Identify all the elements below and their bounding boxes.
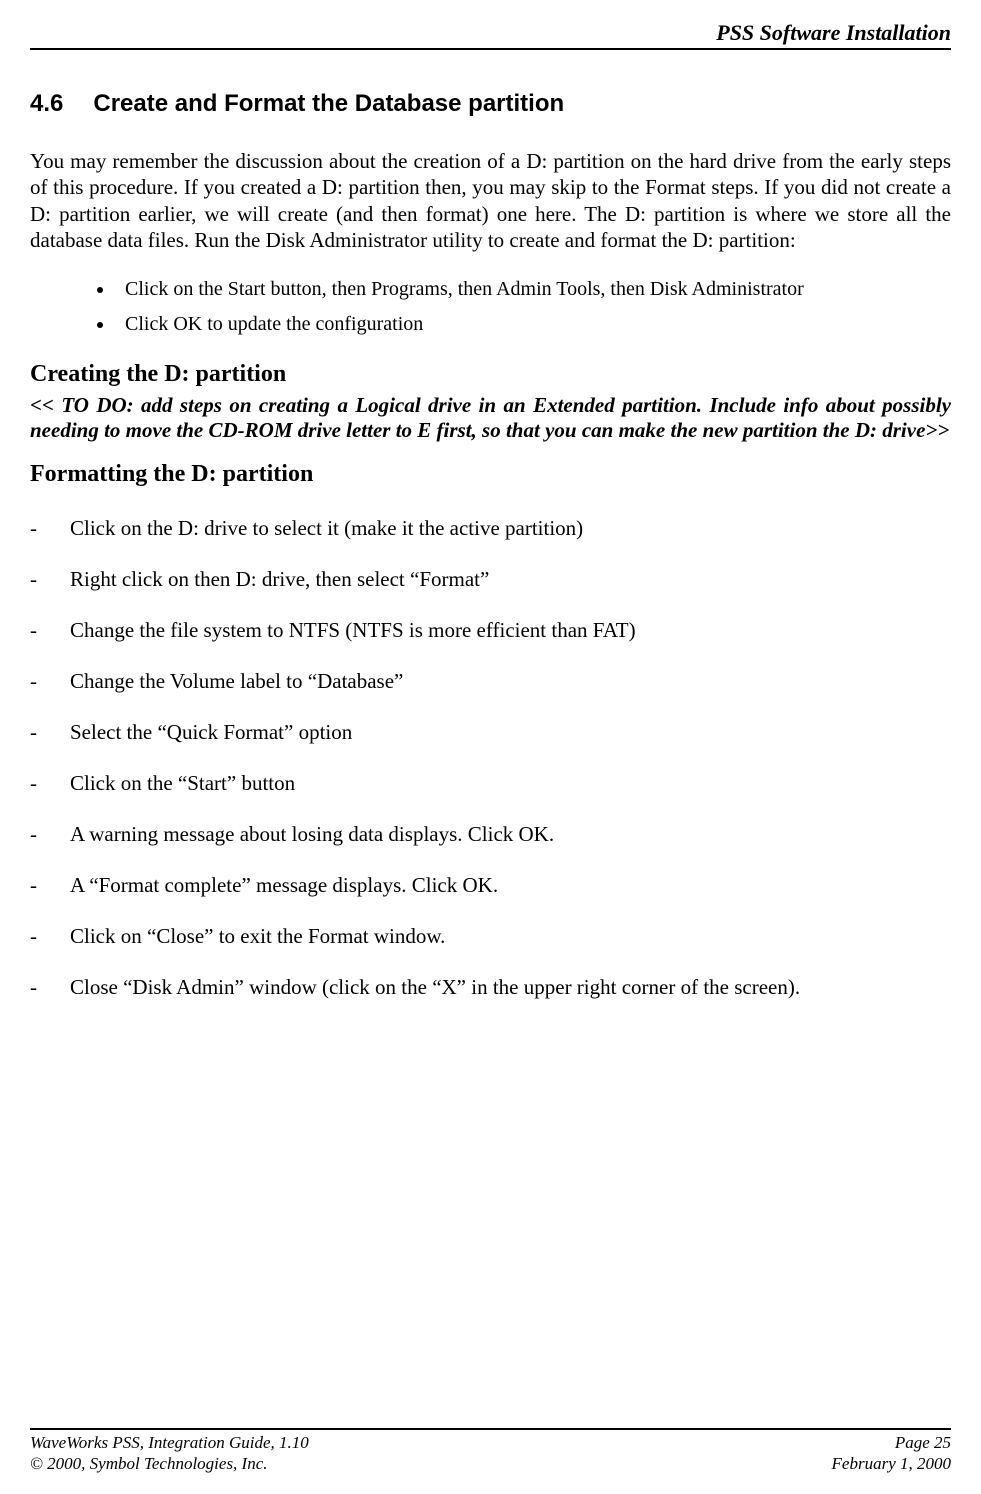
footer: WaveWorks PSS, Integration Guide, 1.10 P…: [30, 1428, 951, 1474]
step-item: Click on the D: drive to select it (make…: [30, 516, 951, 541]
header-title: PSS Software Installation: [30, 20, 951, 46]
formatting-steps: Click on the D: drive to select it (make…: [30, 516, 951, 1000]
step-item: Right click on then D: drive, then selec…: [30, 567, 951, 592]
footer-left-1: WaveWorks PSS, Integration Guide, 1.10: [30, 1433, 309, 1453]
footer-divider: [30, 1428, 951, 1430]
step-item: Change the Volume label to “Database”: [30, 669, 951, 694]
step-item: Click on the “Start” button: [30, 771, 951, 796]
step-item: A warning message about losing data disp…: [30, 822, 951, 847]
footer-right-1: Page 25: [895, 1433, 951, 1453]
creating-heading: Creating the D: partition: [30, 361, 951, 388]
section-title: Create and Format the Database partition: [93, 90, 564, 117]
step-item: A “Format complete” message displays. Cl…: [30, 873, 951, 898]
header-divider: [30, 48, 951, 50]
section-heading: 4.6 Create and Format the Database partit…: [30, 90, 951, 118]
section-number: 4.6: [30, 90, 63, 118]
bullet-list: Click on the Start button, then Programs…: [115, 278, 951, 336]
step-item: Select the “Quick Format” option: [30, 720, 951, 745]
step-item: Change the file system to NTFS (NTFS is …: [30, 618, 951, 643]
bullet-item: Click OK to update the configuration: [115, 313, 951, 336]
step-item: Click on “Close” to exit the Format wind…: [30, 924, 951, 949]
todo-note: << TO DO: add steps on creating a Logica…: [30, 393, 951, 443]
footer-line-1: WaveWorks PSS, Integration Guide, 1.10 P…: [30, 1433, 951, 1453]
intro-paragraph: You may remember the discussion about th…: [30, 148, 951, 253]
footer-line-2: © 2000, Symbol Technologies, Inc. Februa…: [30, 1454, 951, 1474]
formatting-heading: Formatting the D: partition: [30, 461, 951, 488]
footer-left-2: © 2000, Symbol Technologies, Inc.: [30, 1454, 268, 1474]
step-item: Close “Disk Admin” window (click on the …: [30, 975, 951, 1000]
bullet-item: Click on the Start button, then Programs…: [115, 278, 951, 301]
footer-right-2: February 1, 2000: [832, 1454, 951, 1474]
